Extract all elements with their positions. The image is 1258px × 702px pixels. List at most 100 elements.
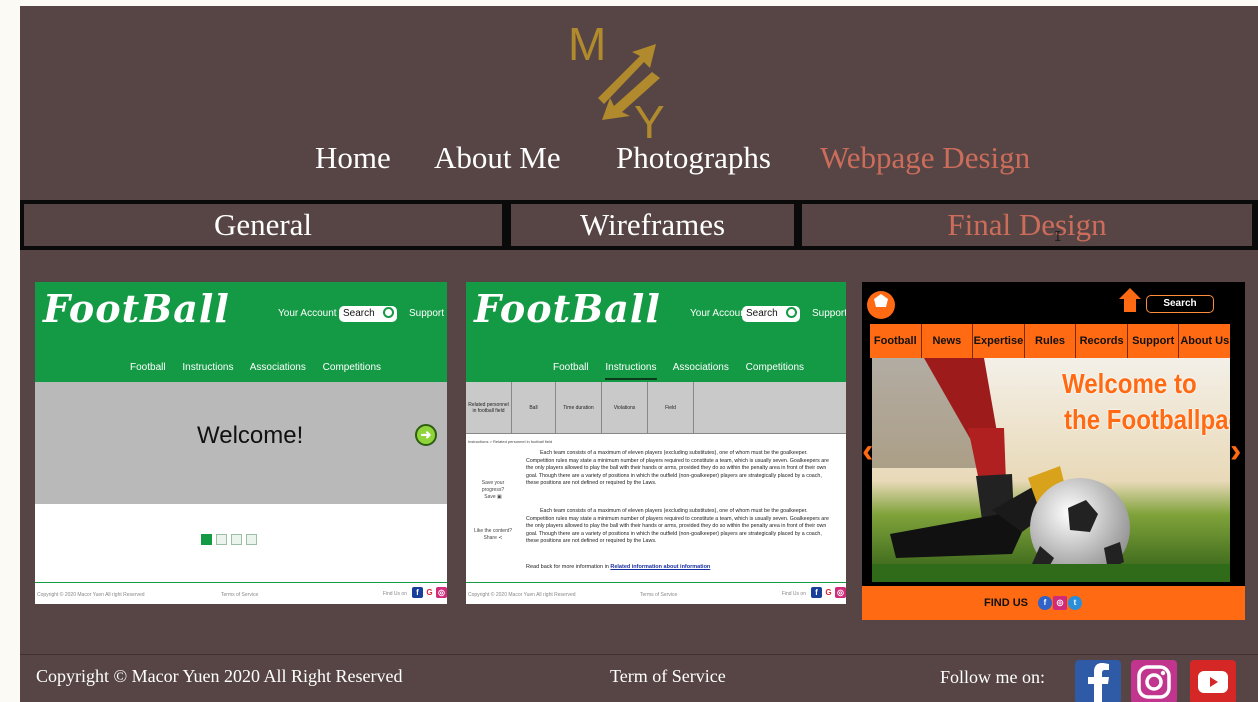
- thumb1-terms: Terms of Service: [221, 592, 259, 598]
- text-cursor: I: [1054, 230, 1062, 245]
- portfolio-page: M Y Home About Me Photographs Webpage De…: [20, 6, 1258, 702]
- follow-me-label: Follow me on:: [940, 667, 1046, 687]
- thumb2-table-cell: Related personnel in football field: [466, 382, 512, 434]
- share-icon: ≺: [498, 535, 503, 541]
- nav-photographs[interactable]: Photographs: [616, 140, 771, 176]
- read-back-text: Read back for more information in: [526, 564, 609, 570]
- thumb2-brand: FootBall: [474, 286, 661, 331]
- general-design-thumbnail[interactable]: FootBall Your Account Search Support Foo…: [35, 282, 447, 604]
- thumb3-nav-item: Records: [1076, 324, 1128, 358]
- thumb2-support-link: Support: [812, 308, 846, 319]
- thumb3-welcome-line1: Welcome to: [1062, 368, 1197, 399]
- thumb2-table-cell: Time duration: [556, 382, 602, 434]
- thumb2-header: FootBall Your Account Search Support Foo…: [466, 282, 846, 382]
- home-icon: [1119, 288, 1141, 312]
- thumb3-hero-image: Welcome to the Footballpage!: [872, 358, 1230, 582]
- thumb3-footer: FIND US f ◎ t: [862, 586, 1245, 620]
- thumb1-search-text: Search: [343, 308, 375, 319]
- thumb2-menu-item-selected: Instructions: [605, 362, 657, 380]
- football-logo-icon: [867, 291, 895, 319]
- facebook-icon: f: [1038, 596, 1052, 610]
- svg-text:M: M: [568, 18, 606, 70]
- arrow-right-icon: ➜: [415, 424, 437, 446]
- youtube-icon[interactable]: [1190, 660, 1236, 702]
- wireframe-design-thumbnail[interactable]: FootBall Your Account Search Support Foo…: [466, 282, 846, 604]
- footer-copyright: Copyright © Macor Yuen 2020 All Right Re…: [36, 666, 403, 686]
- thumb1-brand: FootBall: [43, 286, 230, 331]
- my-logo-icon[interactable]: M Y: [568, 16, 668, 138]
- save-icon: ▣: [497, 494, 502, 500]
- sub-navigation: General Wireframes Final Design: [20, 200, 1258, 250]
- thumb2-menu-item: Associations: [672, 362, 729, 373]
- thumb1-search-box: Search: [339, 306, 397, 322]
- thumb1-menu: Football Instructions Associations Compe…: [130, 362, 395, 373]
- thumb2-terms: Terms of Service: [640, 592, 678, 598]
- thumb2-breadcrumb: Instructions > Related personnel in foot…: [468, 439, 553, 444]
- thumb3-nav-item: News: [922, 324, 974, 358]
- thumb1-menu-item: Football: [130, 362, 166, 373]
- thumb1-header: FootBall Your Account Search Support Foo…: [35, 282, 447, 382]
- chevron-left-icon: ‹: [862, 432, 874, 470]
- thumb2-paragraph: Each team consists of a maximum of eleve…: [526, 508, 829, 545]
- thumb2-menu-item: Football: [553, 362, 589, 373]
- thumb2-table-cell: Ball: [512, 382, 556, 434]
- chevron-right-icon: ›: [1230, 432, 1242, 470]
- facebook-icon: f: [811, 587, 822, 598]
- final-design-thumbnail[interactable]: Search Football News Expertise Rules Rec…: [862, 282, 1245, 620]
- thumb3-nav-item: Rules: [1025, 324, 1077, 358]
- thumb2-menu: Football Instructions Associations Compe…: [553, 362, 818, 380]
- tab-general[interactable]: General: [24, 204, 502, 246]
- thumb1-welcome-text: Welcome!: [197, 422, 304, 449]
- terms-of-service-link[interactable]: Term of Service: [610, 666, 726, 687]
- thumb2-copyright: Copyright © 2020 Macor Yuen All right Re…: [468, 592, 576, 598]
- thumb1-menu-item: Competitions: [322, 362, 382, 373]
- thumb2-topic-table: Related personnel in football field Ball…: [466, 382, 846, 434]
- nav-home[interactable]: Home: [315, 140, 391, 176]
- thumb3-nav-item: Football: [870, 324, 922, 358]
- thumb1-account-link: Your Account: [278, 308, 337, 319]
- thumb2-read-back: Read back for more information in Relate…: [526, 564, 710, 570]
- thumb2-search-text: Search: [746, 308, 778, 319]
- thumb3-nav-item: Expertise: [973, 324, 1025, 358]
- thumb1-carousel-dots: [201, 532, 261, 550]
- thumb2-share-label: Like the content? Share ≺: [470, 528, 516, 542]
- thumb2-paragraph: Each team consists of a maximum of eleve…: [526, 450, 829, 487]
- thumb2-footer: Copyright © 2020 Macor Yuen All right Re…: [466, 582, 846, 604]
- instagram-icon[interactable]: [1131, 660, 1177, 702]
- facebook-icon: f: [412, 587, 423, 598]
- thumb2-account-link: Your Account: [690, 308, 749, 319]
- nav-about-me[interactable]: About Me: [434, 140, 561, 176]
- main-navigation: Home About Me Photographs Webpage Design: [20, 140, 1258, 190]
- thumb2-table-cell: Field: [648, 382, 694, 434]
- related-info-link: Related information about information: [610, 564, 711, 570]
- tab-wireframes[interactable]: Wireframes: [511, 204, 794, 246]
- thumb1-find-us: Find Us on: [382, 591, 407, 597]
- thumb1-support-link: Support: [409, 308, 445, 319]
- instagram-icon: ◎: [436, 587, 447, 598]
- thumb3-search-box: Search: [1146, 295, 1214, 313]
- share-prompt: Like the content?: [473, 528, 513, 534]
- thumb1-menu-item: Instructions: [182, 362, 234, 373]
- thumb3-nav-item: Support: [1128, 324, 1180, 358]
- thumb1-copyright: Copyright © 2020 Macor Yuen All right Re…: [37, 592, 145, 598]
- footer-divider: [20, 654, 1258, 655]
- thumb2-search-box: Search: [742, 306, 800, 322]
- thumb3-nav-item: About Us: [1180, 335, 1230, 347]
- thumb3-welcome-line2: the Footballpage!: [1064, 404, 1230, 435]
- thumb3-nav-bar: Football News Expertise Rules Records Su…: [870, 324, 1230, 358]
- tab-final-design[interactable]: Final Design: [802, 204, 1252, 246]
- share-text: Share: [483, 535, 497, 541]
- search-icon: [383, 307, 394, 318]
- search-icon: [786, 307, 797, 318]
- nav-webpage-design[interactable]: Webpage Design: [820, 140, 1030, 176]
- thumb1-footer: Copyright © 2020 Macor Yuen All right Re…: [35, 582, 447, 604]
- google-plus-icon: G: [823, 587, 834, 598]
- save-prompt: Save your progress?: [481, 480, 505, 493]
- thumb1-menu-item: Associations: [249, 362, 306, 373]
- thumb2-table-cell: Violations: [602, 382, 648, 434]
- instagram-icon: ◎: [835, 587, 846, 598]
- facebook-icon[interactable]: [1075, 660, 1121, 702]
- instagram-icon: ◎: [1053, 596, 1067, 610]
- thumb2-menu-item: Competitions: [745, 362, 805, 373]
- save-text: Save: [484, 494, 496, 500]
